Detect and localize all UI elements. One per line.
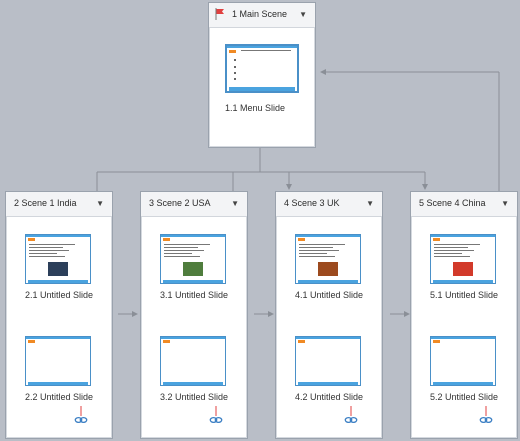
scene-header[interactable]: 5 Scene 4 China ▼ bbox=[411, 192, 517, 217]
scene-card[interactable]: 3 Scene 2 USA ▼ 3.1 Untitled Slide 3.2 U… bbox=[140, 191, 248, 439]
slide-label: 5.2 Untitled Slide bbox=[429, 392, 499, 402]
main-scene-header[interactable]: 1 Main Scene ▼ bbox=[209, 3, 315, 28]
slide-thumbnail[interactable] bbox=[25, 234, 91, 284]
slide-thumbnail[interactable] bbox=[430, 234, 496, 284]
slide-photo bbox=[453, 262, 473, 276]
slide-label: 2.1 Untitled Slide bbox=[24, 290, 94, 300]
slide-thumbnail[interactable] bbox=[25, 336, 91, 386]
link-icon[interactable] bbox=[74, 406, 88, 426]
scene-card[interactable]: 4 Scene 3 UK ▼ 4.1 Untitled Slide 4.2 Un… bbox=[275, 191, 383, 439]
menu-slide-label: 1.1 Menu Slide bbox=[225, 103, 286, 113]
slide-photo bbox=[48, 262, 68, 276]
slide-label: 3.2 Untitled Slide bbox=[159, 392, 229, 402]
slide-label: 2.2 Untitled Slide bbox=[24, 392, 94, 402]
slide-thumbnail[interactable] bbox=[160, 336, 226, 386]
slide-label: 5.1 Untitled Slide bbox=[429, 290, 499, 300]
slide-thumbnail[interactable] bbox=[160, 234, 226, 284]
scene-card[interactable]: 5 Scene 4 China ▼ 5.1 Untitled Slide 5.2… bbox=[410, 191, 518, 439]
slide-label: 4.1 Untitled Slide bbox=[294, 290, 364, 300]
slide-thumbnail[interactable] bbox=[295, 336, 361, 386]
scene-header[interactable]: 3 Scene 2 USA ▼ bbox=[141, 192, 247, 217]
main-scene-title: 1 Main Scene bbox=[232, 9, 288, 19]
slide-label: 3.1 Untitled Slide bbox=[159, 290, 229, 300]
slide-label: 4.2 Untitled Slide bbox=[294, 392, 364, 402]
scene-title: 3 Scene 2 USA bbox=[149, 198, 211, 208]
chevron-down-icon[interactable]: ▼ bbox=[231, 198, 239, 210]
chevron-down-icon[interactable]: ▼ bbox=[501, 198, 509, 210]
link-icon[interactable] bbox=[209, 406, 223, 426]
scene-header[interactable]: 4 Scene 3 UK ▼ bbox=[276, 192, 382, 217]
slide-photo bbox=[318, 262, 338, 276]
slide-thumbnail[interactable] bbox=[295, 234, 361, 284]
slide-photo bbox=[183, 262, 203, 276]
scene-title: 2 Scene 1 India bbox=[14, 198, 77, 208]
main-scene-card[interactable]: 1 Main Scene ▼ 1.1 Menu Slide bbox=[208, 2, 316, 148]
menu-slide-thumbnail[interactable] bbox=[225, 44, 299, 93]
chevron-down-icon[interactable]: ▼ bbox=[299, 9, 307, 21]
chevron-down-icon[interactable]: ▼ bbox=[366, 198, 374, 210]
scene-card[interactable]: 2 Scene 1 India ▼ 2.1 Untitled Slide 2.2… bbox=[5, 191, 113, 439]
link-icon[interactable] bbox=[479, 406, 493, 426]
scene-title: 5 Scene 4 China bbox=[419, 198, 486, 208]
scene-title: 4 Scene 3 UK bbox=[284, 198, 340, 208]
chevron-down-icon[interactable]: ▼ bbox=[96, 198, 104, 210]
scene-header[interactable]: 2 Scene 1 India ▼ bbox=[6, 192, 112, 217]
slide-thumbnail[interactable] bbox=[430, 336, 496, 386]
flag-icon bbox=[215, 8, 224, 20]
link-icon[interactable] bbox=[344, 406, 358, 426]
